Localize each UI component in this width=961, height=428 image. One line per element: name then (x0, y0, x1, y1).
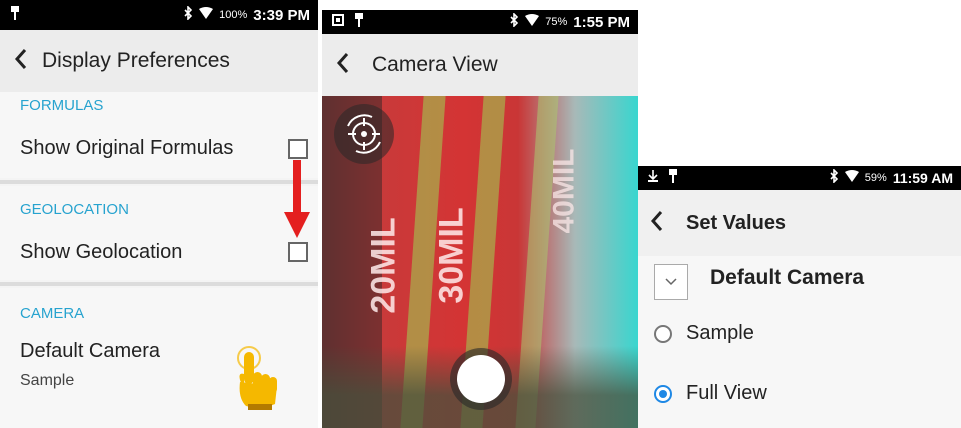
bluetooth-icon (830, 167, 839, 188)
image-icon (332, 13, 344, 31)
page-title: Display Preferences (42, 49, 230, 72)
camera-view-screen: 75% 1:55 PM Camera View 20MIL 30MIL 40MI… (322, 10, 638, 428)
wifi-icon (844, 169, 859, 187)
app-bar: Display Preferences (0, 30, 318, 92)
section-header-geolocation: GEOLOCATION (20, 201, 129, 218)
option-sample[interactable]: Sample (654, 322, 754, 345)
crosshair-rotate-icon (342, 112, 386, 161)
default-camera-summary: Sample (20, 372, 75, 389)
show-original-formulas-checkbox[interactable] (288, 139, 308, 159)
switch-camera-button[interactable] (334, 104, 394, 164)
dialog-title: Default Camera (710, 266, 865, 289)
radio-checked-icon (654, 384, 672, 403)
scene-text: 30MIL (432, 207, 471, 304)
pointing-hand-icon (232, 346, 280, 415)
shutter-inner-circle (457, 355, 505, 403)
default-camera-label: Default Camera (20, 340, 161, 362)
battery-level: 100% (219, 9, 248, 21)
shutter-button[interactable] (450, 348, 512, 410)
show-geolocation-checkbox[interactable] (288, 242, 308, 262)
download-icon (648, 169, 658, 187)
usb-icon (354, 12, 364, 32)
app-bar: Set Values (638, 190, 961, 256)
set-values-screen: 59% 11:59 AM Set Values Default Camera S… (638, 166, 961, 428)
status-bar: 100% 3:39 PM (0, 0, 318, 30)
show-geolocation-label: Show Geolocation (20, 241, 183, 263)
wifi-icon (525, 13, 540, 31)
clock: 3:39 PM (253, 6, 310, 24)
expand-button[interactable] (654, 264, 688, 300)
clock: 1:55 PM (573, 13, 630, 31)
usb-icon (668, 168, 678, 188)
battery-level: 59% (864, 172, 887, 184)
show-original-formulas-label: Show Original Formulas (20, 137, 234, 159)
page-title: Camera View (372, 53, 498, 76)
geolocation-section: GEOLOCATION Show Geolocation (0, 186, 318, 280)
display-preferences-screen: 100% 3:39 PM Display Preferences FORMULA… (0, 0, 318, 428)
battery-level: 75% (545, 16, 568, 28)
wifi-icon (199, 6, 214, 24)
radio-unchecked-icon (654, 324, 672, 343)
scene-text: 40MIL (547, 148, 581, 234)
divider (0, 180, 318, 184)
chevron-left-icon (336, 52, 350, 79)
clock: 11:59 AM (892, 170, 953, 186)
bluetooth-icon (510, 11, 519, 32)
back-button[interactable] (642, 208, 672, 238)
back-button[interactable] (6, 46, 36, 76)
option-full-view[interactable]: Full View (654, 382, 767, 405)
back-button[interactable] (328, 50, 358, 80)
page-title: Set Values (686, 211, 787, 234)
formulas-section: FORMULAS Show Original Formulas (0, 92, 318, 178)
bluetooth-icon (184, 4, 193, 25)
option-label: Sample (686, 322, 754, 344)
chevron-left-icon (14, 48, 28, 75)
chevron-left-icon (650, 210, 664, 237)
red-arrow-icon (284, 160, 310, 245)
camera-preview: 20MIL 30MIL 40MIL (322, 96, 638, 428)
usb-icon (10, 5, 20, 25)
divider (0, 282, 318, 286)
status-bar: 75% 1:55 PM (322, 10, 638, 34)
app-bar: Camera View (322, 34, 638, 96)
status-bar: 59% 11:59 AM (638, 166, 961, 190)
section-header-formulas: FORMULAS (20, 97, 104, 114)
section-header-camera: CAMERA (20, 305, 85, 322)
option-label: Full View (686, 382, 767, 404)
chevron-down-icon (665, 273, 677, 291)
scene-text: 20MIL (364, 217, 403, 314)
